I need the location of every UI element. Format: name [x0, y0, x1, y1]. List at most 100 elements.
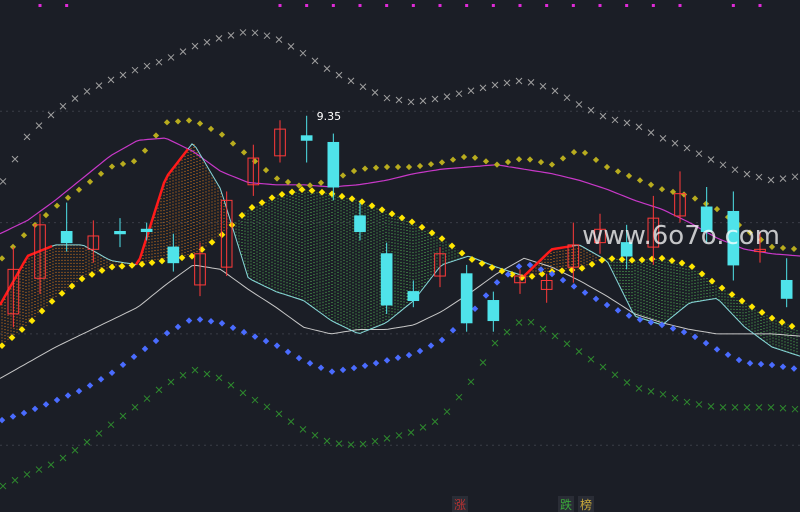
olive-dots-point: [339, 172, 347, 179]
olive-dots-point: [658, 186, 666, 193]
green-crosses-point: [467, 378, 475, 386]
olive-dots-point: [438, 159, 446, 166]
gray-crosses-point: [443, 93, 451, 100]
olive-dots-point: [394, 163, 402, 171]
yellow-dots-point: [398, 214, 406, 222]
yellow-dots-point: [758, 309, 766, 316]
gray-crosses-point: [239, 29, 247, 36]
olive-dots-point: [218, 131, 226, 138]
candle: [487, 291, 500, 332]
gray-crosses-point: [659, 135, 667, 142]
yellow-dots-point: [418, 223, 426, 231]
green-crosses-point: [11, 476, 19, 484]
olive-dots-point: [504, 158, 512, 166]
olive-dots-point: [537, 159, 545, 166]
olive-dots-point: [559, 155, 567, 162]
yellow-dots-point: [658, 254, 666, 262]
green-crosses-point: [719, 404, 727, 411]
olive-dots-point: [625, 172, 633, 179]
yellow-dots-point: [98, 267, 106, 274]
blue-dots-point: [361, 362, 369, 370]
yellow-dots-point: [88, 271, 96, 278]
gray-crosses-point: [143, 62, 151, 70]
blue-dots-point: [427, 342, 435, 349]
gray-crosses-point: [335, 71, 343, 79]
olive-dots-point: [372, 164, 380, 171]
olive-dots-point: [20, 232, 28, 239]
yellow-dots-point: [28, 317, 36, 325]
blue-dots-point: [603, 301, 611, 309]
olive-dots-point: [581, 149, 589, 156]
gray-crosses-point: [623, 119, 631, 127]
blue-dots-point: [9, 413, 17, 420]
olive-dots-point: [163, 119, 171, 126]
yellow-dots-point: [368, 202, 376, 210]
blue-dots-point: [537, 266, 545, 273]
candle-body: [354, 215, 366, 233]
blue-dots-point: [515, 263, 523, 270]
green-crosses-point: [683, 398, 691, 406]
rising-segment: [134, 148, 189, 266]
candle-body: [487, 300, 500, 322]
gray-crosses-point: [755, 173, 763, 181]
blue-dots-point: [130, 353, 138, 361]
yellow-dots-point: [68, 282, 76, 290]
top-marker: [651, 4, 655, 7]
gray-crosses-point: [35, 122, 43, 130]
gray-crosses-point: [0, 178, 7, 185]
gray-crosses-point: [131, 66, 139, 74]
yellow-dots-point: [38, 307, 46, 315]
yellow-dots-point: [338, 192, 346, 200]
green-crosses-point: [83, 438, 91, 446]
bottom-marker-label: 榜: [580, 497, 592, 512]
olive-dots-point: [713, 206, 721, 213]
bottom-marker-label: 跌: [560, 497, 572, 512]
top-marker: [358, 4, 362, 7]
gray-crosses-point: [287, 43, 295, 50]
olive-dots-point: [108, 163, 116, 170]
yellow-dots-point: [128, 261, 136, 269]
olive-dots-point: [251, 158, 259, 165]
olive-dots-point: [75, 186, 83, 193]
gray-crosses-point: [407, 98, 415, 106]
blue-dots-point: [438, 336, 446, 344]
gray-crosses-point: [767, 176, 775, 184]
candle: [114, 218, 126, 248]
gray-crosses-point: [395, 96, 403, 104]
green-crosses-point: [143, 395, 151, 402]
candle-body: [300, 135, 313, 141]
gray-crosses-point: [551, 87, 559, 95]
green-crosses-point: [47, 461, 55, 469]
candle: [354, 202, 366, 241]
olive-dots-point: [416, 162, 424, 170]
top-marker: [731, 4, 735, 7]
gray-crosses-point: [467, 87, 475, 95]
olive-dots-point: [383, 163, 391, 171]
blue-dots-point: [207, 317, 215, 325]
green-crosses-point: [419, 424, 427, 431]
green-crosses-point: [491, 339, 499, 347]
blue-dots-point: [339, 366, 347, 374]
green-crosses-point: [695, 401, 703, 408]
olive-dots-point: [229, 140, 237, 147]
green-crosses-point: [167, 378, 175, 386]
gray-crosses-point: [227, 31, 235, 39]
blue-dots-point: [559, 276, 567, 284]
green-crosses-point: [611, 371, 619, 379]
candle: [327, 133, 340, 201]
olive-dots-point: [592, 156, 600, 164]
yellow-dots-point: [148, 259, 156, 267]
green-crosses-point: [743, 404, 751, 411]
green-crosses-point: [239, 389, 247, 397]
blue-dots-point: [790, 365, 798, 372]
green-crosses-point: [563, 340, 571, 348]
blue-dots-point: [262, 337, 270, 345]
green-crosses-point: [335, 440, 343, 447]
yellow-dots-point: [448, 242, 456, 250]
gray-crosses-point: [263, 32, 271, 40]
green-crosses-point: [179, 371, 187, 379]
blue-dots-point: [449, 327, 457, 334]
candle: [167, 233, 180, 272]
blue-dots-point: [680, 328, 688, 336]
gray-crosses-point: [599, 112, 607, 120]
